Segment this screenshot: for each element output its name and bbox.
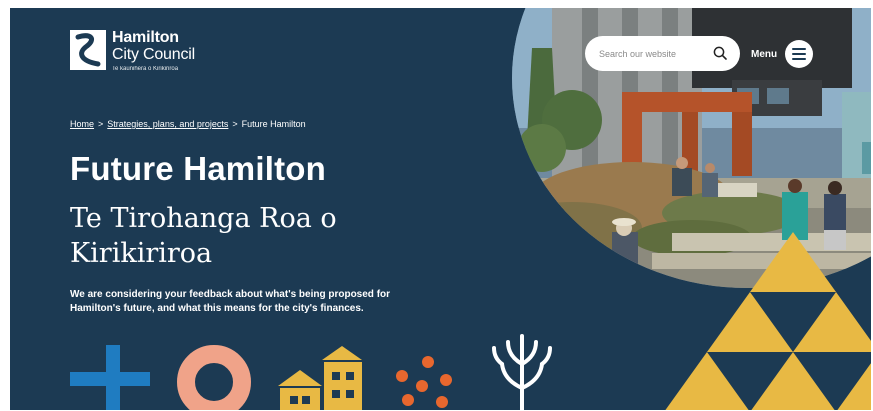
decorative-pattern (70, 232, 871, 410)
peach-ring-icon (177, 345, 251, 410)
yellow-houses-icon (278, 346, 362, 410)
yellow-triangle-pattern (665, 232, 871, 410)
orange-dots-icon (396, 356, 452, 408)
white-plant-icon (492, 334, 552, 410)
hero-section: Hamilton City Council Te kaunihera o Kir… (10, 8, 871, 410)
blue-cross-icon (70, 345, 150, 410)
